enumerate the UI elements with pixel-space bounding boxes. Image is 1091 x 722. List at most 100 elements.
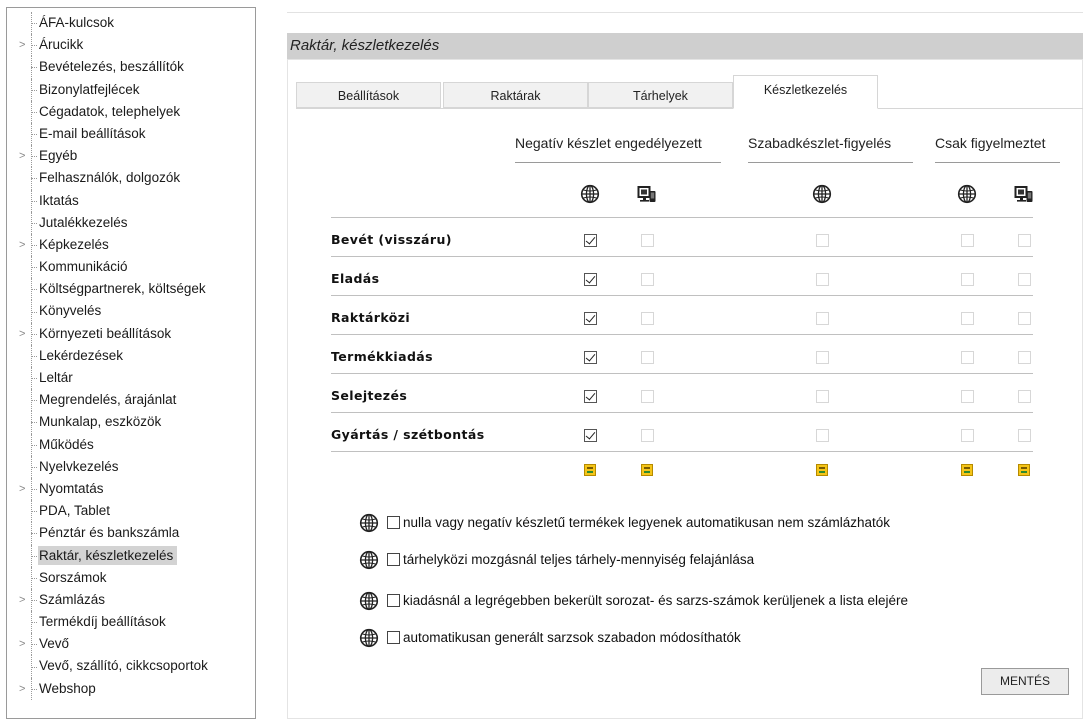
sidebar-item[interactable]: > Vevő [7,633,255,656]
option-checkbox[interactable] [387,553,400,566]
sidebar-item[interactable]: > Nyomtatás [7,477,255,501]
sidebar-item[interactable]: Megrendelés, árajánlat [7,389,255,412]
sidebar-item[interactable]: > Árucikk [7,34,255,57]
tab-raktarak[interactable]: Raktárak [443,82,588,108]
row-checkbox[interactable] [584,429,597,442]
expand-chevron-icon[interactable]: > [19,638,25,650]
row-checkbox[interactable] [816,351,829,364]
row-checkbox[interactable] [1018,390,1031,403]
select-all-icon[interactable] [584,464,596,476]
expand-chevron-icon[interactable]: > [19,328,25,340]
row-checkbox[interactable] [1018,429,1031,442]
row-checkbox[interactable] [816,429,829,442]
tab-tarhelyek[interactable]: Tárhelyek [588,82,733,108]
expand-chevron-icon[interactable]: > [19,683,25,695]
row-checkbox[interactable] [961,351,974,364]
tab-beallitasok[interactable]: Beállítások [296,82,441,108]
sidebar-item[interactable]: Bizonylatfejlécek [7,78,255,101]
sidebar-item[interactable]: Bevételezés, beszállítók [7,56,255,79]
tab-keszletkezeles[interactable]: Készletkezelés [733,75,878,109]
row-checkbox[interactable] [584,273,597,286]
sidebar-item[interactable]: > Egyéb [7,145,255,168]
option-checkbox[interactable] [387,594,400,607]
row-checkbox[interactable] [961,429,974,442]
sidebar-item[interactable]: Vevő, szállító, cikkcsoportok [7,655,255,678]
row-checkbox[interactable] [641,390,654,403]
row-checkbox[interactable] [1018,351,1031,364]
row-checkbox[interactable] [641,234,654,247]
sidebar-item[interactable]: ÁFA-kulcsok [7,12,255,35]
sidebar-item[interactable]: > Webshop [7,677,255,700]
sidebar-item[interactable]: Kommunikáció [7,256,255,279]
sidebar-item[interactable]: > Számlázás [7,588,255,612]
sidebar-item[interactable]: > Környezeti beállítások [7,322,255,345]
sidebar-item[interactable]: Működés [7,433,255,456]
row-checkbox[interactable] [641,312,654,325]
sidebar-item[interactable]: Termékdíj beállítások [7,611,255,634]
row-checkbox[interactable] [816,273,829,286]
sidebar-item[interactable]: E-mail beállítások [7,122,255,146]
expand-chevron-icon[interactable]: > [19,150,25,162]
tree-line [31,156,37,158]
row-checkbox[interactable] [961,390,974,403]
settings-sidebar: ÁFA-kulcsok > Árucikk Bevételezés, beszállí… [6,7,256,719]
sidebar-item[interactable]: Felhasználók, dolgozók [7,167,255,190]
select-all-icon[interactable] [641,464,653,476]
tree-line [31,289,37,291]
expand-chevron-icon[interactable]: > [19,594,25,606]
expand-chevron-icon[interactable]: > [19,39,25,51]
row-checkbox[interactable] [584,234,597,247]
sidebar-item[interactable]: Iktatás [7,189,255,212]
sidebar-item[interactable]: Költségpartnerek, költségek [7,278,255,301]
sidebar-item[interactable]: PDA, Tablet [7,500,255,523]
row-checkbox[interactable] [816,312,829,325]
row-checkbox[interactable] [961,312,974,325]
row-divider [331,295,1033,296]
row-checkbox[interactable] [641,351,654,364]
sidebar-item-label: Bizonylatfejlécek [39,81,140,97]
sidebar-item[interactable]: Nyelvkezelés [7,455,255,478]
sidebar-item[interactable]: Lekérdezések [7,344,255,367]
select-all-icon[interactable] [816,464,828,476]
tree-line [31,178,37,180]
select-all-icon[interactable] [961,464,973,476]
tree-line [31,466,37,468]
tree-line [31,244,37,246]
sidebar-item[interactable]: Könyvelés [7,300,255,323]
sidebar-item[interactable]: Leltár [7,367,255,390]
row-checkbox[interactable] [816,234,829,247]
option-checkbox[interactable] [387,631,400,644]
expand-chevron-icon[interactable]: > [19,483,25,495]
page-title: Raktár, készletkezelés [287,33,1083,59]
row-checkbox[interactable] [584,351,597,364]
sidebar-item[interactable]: > Képkezelés [7,233,255,257]
option-checkbox[interactable] [387,516,400,529]
sidebar-item-label: Egyéb [39,148,78,164]
row-checkbox[interactable] [584,390,597,403]
tree-line [31,134,37,136]
device-icon [637,184,657,204]
sidebar-item[interactable]: Jutalékkezelés [7,211,255,234]
globe-icon [359,550,379,570]
select-all-icon[interactable] [1018,464,1030,476]
expand-chevron-icon[interactable]: > [19,239,25,251]
sidebar-item[interactable]: Sorszámok [7,566,255,589]
row-checkbox[interactable] [1018,273,1031,286]
row-checkbox[interactable] [1018,312,1031,325]
row-checkbox[interactable] [641,429,654,442]
tree-line [31,333,37,335]
row-checkbox[interactable] [584,312,597,325]
sidebar-item[interactable]: Munkalap, eszközök [7,411,255,434]
row-checkbox[interactable] [641,273,654,286]
row-checkbox[interactable] [816,390,829,403]
save-button[interactable]: MENTÉS [981,668,1069,695]
sidebar-item[interactable]: Raktár, készletkezelés [7,544,255,567]
row-checkbox[interactable] [961,273,974,286]
sidebar-item[interactable]: Pénztár és bankszámla [7,522,255,545]
row-checkbox[interactable] [961,234,974,247]
sidebar-item-label: Bevételezés, beszállítók [39,59,184,75]
sidebar-item[interactable]: Cégadatok, telephelyek [7,100,255,123]
tree-line [31,644,37,646]
row-checkbox[interactable] [1018,234,1031,247]
group-warn-only: Csak figyelmeztet [935,135,1046,151]
